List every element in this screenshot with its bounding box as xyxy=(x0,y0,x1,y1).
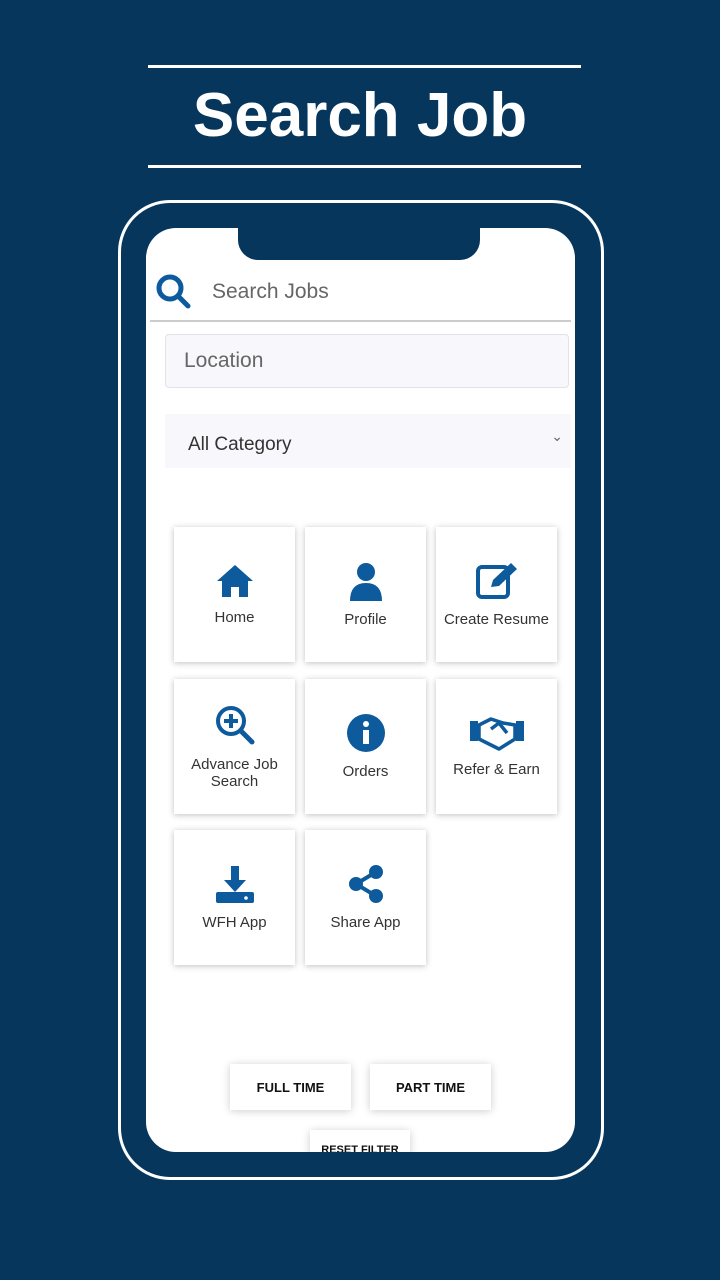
menu-wfh-app[interactable]: WFH App xyxy=(174,830,295,965)
full-time-button[interactable]: FULL TIME xyxy=(230,1064,351,1110)
menu-advance-job-search[interactable]: Advance Job Search xyxy=(174,679,295,814)
location-input[interactable]: Location xyxy=(165,334,569,388)
menu-home[interactable]: Home xyxy=(174,527,295,662)
edit-icon xyxy=(475,563,517,599)
search-icon xyxy=(156,274,191,309)
category-select[interactable]: All Category ⌄ xyxy=(165,414,571,468)
reset-filter-button[interactable]: RESET FILTER xyxy=(310,1130,410,1152)
share-icon xyxy=(348,865,383,903)
menu-create-resume[interactable]: Create Resume xyxy=(436,527,557,662)
divider xyxy=(148,65,581,68)
notch xyxy=(238,228,480,260)
menu-share-app[interactable]: Share App xyxy=(305,830,426,965)
search-input[interactable]: Search Jobs xyxy=(150,264,571,322)
chevron-down-icon: ⌄ xyxy=(551,428,563,444)
download-icon xyxy=(215,866,254,903)
page-title: Search Job xyxy=(192,81,528,150)
home-icon xyxy=(216,565,253,597)
part-time-button[interactable]: PART TIME xyxy=(370,1064,491,1110)
user-icon xyxy=(349,563,382,601)
menu-refer-earn[interactable]: Refer & Earn xyxy=(436,679,557,814)
divider xyxy=(148,165,581,168)
phone-screen: Search Jobs Location All Category ⌄ Home … xyxy=(146,228,575,1152)
menu-profile[interactable]: Profile xyxy=(305,527,426,662)
zoom-in-icon xyxy=(215,705,254,744)
handshake-icon xyxy=(469,717,524,751)
menu-orders[interactable]: Orders xyxy=(305,679,426,814)
info-icon xyxy=(346,714,385,752)
